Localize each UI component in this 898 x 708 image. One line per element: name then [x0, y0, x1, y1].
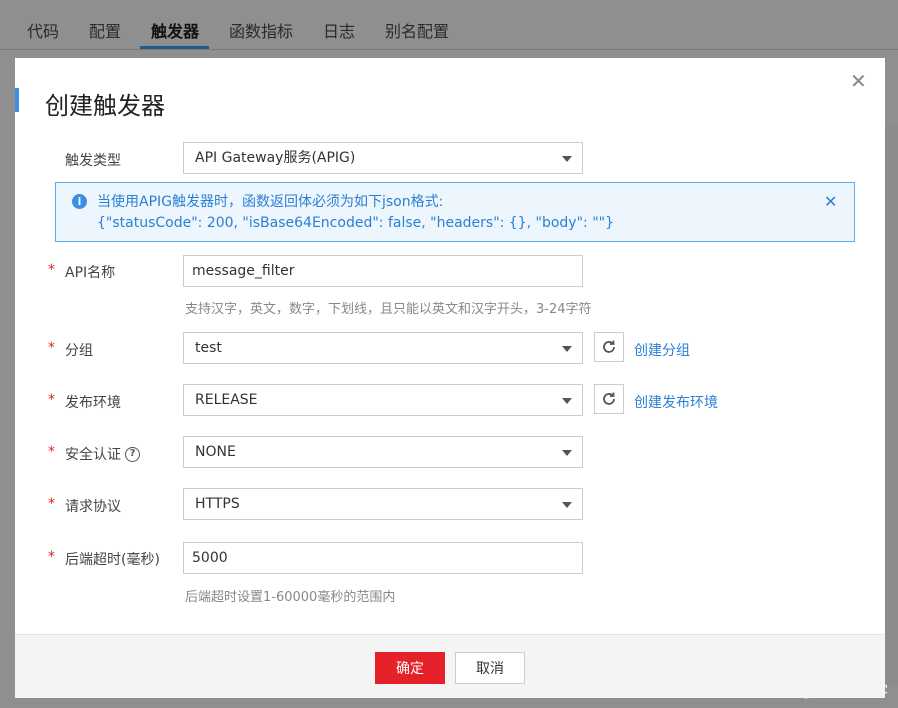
timeout-input[interactable]: 5000: [183, 542, 583, 574]
required-mark: *: [48, 444, 55, 460]
required-mark: *: [48, 262, 55, 278]
tab-alias-config[interactable]: 别名配置: [385, 18, 449, 50]
env-select[interactable]: RELEASE: [183, 384, 583, 416]
auth-label-row: 安全认证 ?: [65, 444, 140, 464]
notice-line-2: {"statusCode": 200, "isBase64Encoded": f…: [97, 215, 614, 231]
json-format-notice: i 当使用APIG触发器时，函数返回体必须为如下json格式: {"status…: [55, 182, 855, 242]
api-name-input[interactable]: message_filter: [183, 255, 583, 287]
required-mark: *: [48, 340, 55, 356]
timeout-label: 后端超时(毫秒): [65, 552, 160, 568]
chevron-down-icon: [562, 502, 572, 508]
required-mark: *: [48, 496, 55, 512]
notice-line-1: 当使用APIG触发器时，函数返回体必须为如下json格式:: [97, 194, 444, 210]
trigger-type-value: API Gateway服务(APIG): [195, 150, 356, 166]
protocol-label: 请求协议: [65, 499, 121, 515]
help-icon[interactable]: ?: [125, 446, 140, 462]
create-group-link[interactable]: 创建分组: [634, 340, 690, 360]
watermark: @51CTO博客: [798, 684, 888, 700]
confirm-button[interactable]: 确定: [375, 652, 445, 684]
env-value: RELEASE: [195, 392, 258, 408]
group-select[interactable]: test: [183, 332, 583, 364]
env-label: 发布环境: [65, 395, 121, 411]
trigger-type-select[interactable]: API Gateway服务(APIG): [183, 142, 583, 174]
cancel-button[interactable]: 取消: [455, 652, 525, 684]
chevron-down-icon: [562, 450, 572, 456]
title-accent-bar: [15, 88, 19, 112]
chevron-down-icon: [562, 346, 572, 352]
auth-label: 安全认证: [65, 447, 121, 463]
group-label: 分组: [65, 343, 93, 359]
protocol-value: HTTPS: [195, 496, 240, 512]
tab-logs[interactable]: 日志: [323, 18, 355, 50]
trigger-type-label: 触发类型: [65, 153, 121, 169]
tab-code[interactable]: 代码: [27, 18, 59, 50]
dialog-title: 创建触发器: [45, 92, 165, 120]
refresh-env-button[interactable]: [594, 384, 624, 414]
background-panel: [885, 126, 898, 686]
tab-bar: 代码 配置 触发器 函数指标 日志 别名配置: [0, 0, 898, 50]
create-env-link[interactable]: 创建发布环境: [634, 392, 718, 412]
timeout-hint: 后端超时设置1-60000毫秒的范围内: [185, 590, 396, 605]
required-mark: *: [48, 392, 55, 408]
close-icon[interactable]: ✕: [850, 71, 868, 91]
info-icon: i: [72, 194, 87, 209]
api-name-label: API名称: [65, 265, 116, 281]
dialog-footer: 确定 取消: [15, 634, 885, 698]
refresh-icon: [603, 392, 615, 405]
notice-text: 当使用APIG触发器时，函数返回体必须为如下json格式: {"statusCo…: [97, 192, 614, 234]
auth-value: NONE: [195, 444, 236, 460]
chevron-down-icon: [562, 398, 572, 404]
tab-config[interactable]: 配置: [89, 18, 121, 50]
create-trigger-dialog: 创建触发器 ✕ 触发类型 API Gateway服务(APIG) i 当使用AP…: [15, 58, 885, 698]
refresh-icon: [603, 340, 615, 353]
api-name-hint: 支持汉字，英文，数字，下划线，且只能以英文和汉字开头，3-24字符: [185, 302, 592, 317]
chevron-down-icon: [562, 156, 572, 162]
close-notice-icon[interactable]: ✕: [824, 192, 837, 211]
auth-select[interactable]: NONE: [183, 436, 583, 468]
tab-metrics[interactable]: 函数指标: [229, 18, 293, 50]
protocol-select[interactable]: HTTPS: [183, 488, 583, 520]
active-tab-indicator: [140, 46, 209, 49]
group-value: test: [195, 340, 222, 356]
required-mark: *: [48, 549, 55, 565]
refresh-group-button[interactable]: [594, 332, 624, 362]
